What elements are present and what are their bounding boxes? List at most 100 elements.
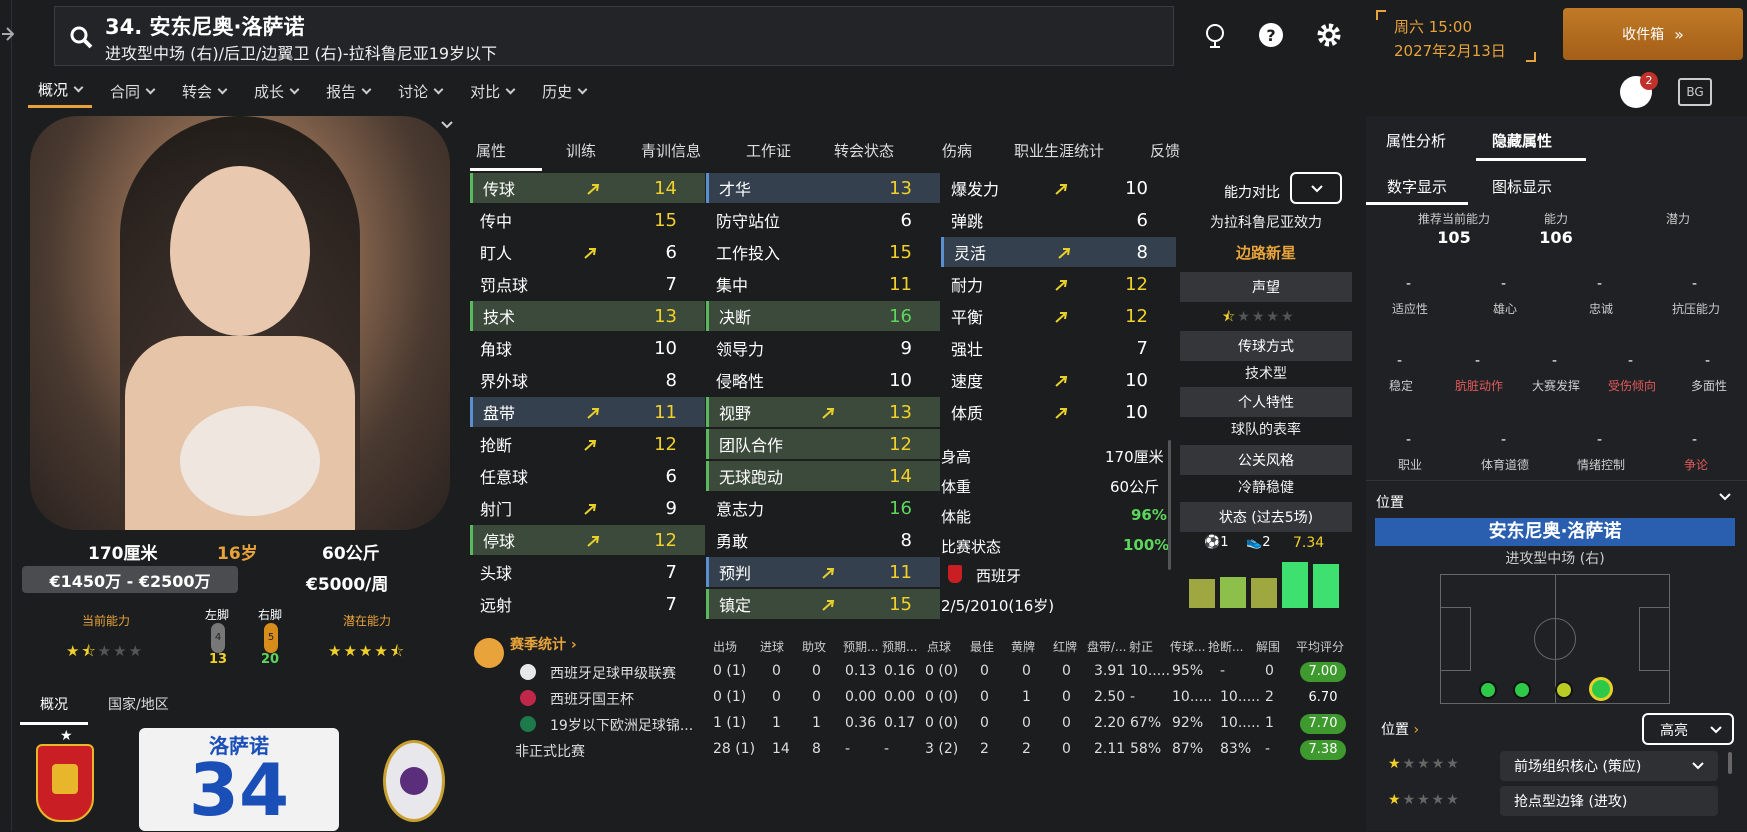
- menu-item-0[interactable]: 概况: [28, 74, 93, 108]
- inbox-button[interactable]: 收件箱 »: [1563, 8, 1743, 60]
- attr-row[interactable]: 射门 9: [470, 493, 705, 523]
- season-header[interactable]: 预期...: [843, 638, 878, 655]
- attr-row[interactable]: 盯人 6: [470, 237, 705, 267]
- menu-item-6[interactable]: 对比: [460, 74, 524, 108]
- attr-row[interactable]: 远射 7: [470, 589, 705, 619]
- scouts-icon[interactable]: 2: [1620, 72, 1658, 108]
- hidden-attr-label[interactable]: 受伤倾向: [1594, 377, 1670, 394]
- attr-row[interactable]: 角球 10: [470, 333, 705, 363]
- back-arrow-icon[interactable]: [0, 22, 14, 46]
- attr-row[interactable]: 抢断 12: [470, 429, 705, 459]
- attr-row[interactable]: 界外球 8: [470, 365, 705, 395]
- hidden-attr-label[interactable]: 大赛发挥: [1518, 377, 1594, 394]
- hidden-attr-label[interactable]: 稳定: [1363, 377, 1439, 394]
- menu-item-2[interactable]: 转会: [172, 74, 236, 108]
- role-dropdown-1[interactable]: 前场组织核心 (策应): [1500, 751, 1718, 781]
- attr-row[interactable]: 盘带 11: [470, 397, 705, 427]
- attr-row[interactable]: 预判 11: [706, 557, 940, 587]
- attr-row[interactable]: 弹跳 6: [941, 205, 1176, 235]
- attr-row[interactable]: 耐力 12: [941, 269, 1176, 299]
- attr-tab-6[interactable]: 职业生涯统计: [1014, 140, 1104, 161]
- hidden-attr-label[interactable]: 雄心: [1467, 300, 1543, 317]
- globe-icon[interactable]: [1200, 20, 1230, 50]
- fm-logo-icon[interactable]: BG: [1678, 78, 1712, 106]
- hidden-attr-label[interactable]: 抗压能力: [1658, 300, 1734, 317]
- menu-item-4[interactable]: 报告: [316, 74, 380, 108]
- season-header[interactable]: 传球...: [1170, 638, 1205, 655]
- menu-item-5[interactable]: 讨论: [388, 74, 452, 108]
- settings-gear-icon[interactable]: [1314, 20, 1344, 50]
- attr-row[interactable]: 勇敢 8: [706, 525, 940, 555]
- attr-row[interactable]: 侵略性 10: [706, 365, 940, 395]
- tab-hidden-attributes[interactable]: 隐藏属性: [1492, 130, 1552, 151]
- season-header[interactable]: 助攻: [802, 638, 826, 655]
- season-header[interactable]: 盘带/...: [1087, 638, 1127, 655]
- attr-tab-7[interactable]: 反馈: [1150, 140, 1180, 161]
- attr-row[interactable]: 罚点球 7: [470, 269, 705, 299]
- attr-row[interactable]: 任意球 6: [470, 461, 705, 491]
- table-row[interactable]: 西班牙国王杯 0 (1) 0 0 0.00 0.00 0 (0) 0 1 0 2.50- 10....…: [0, 685, 1337, 711]
- attr-row[interactable]: 灵活 8: [941, 237, 1176, 267]
- attr-row[interactable]: 视野 13: [706, 397, 940, 427]
- hidden-attr-label[interactable]: 情绪控制: [1563, 456, 1639, 473]
- attr-row[interactable]: 镇定 15: [706, 589, 940, 619]
- attr-tab-4[interactable]: 转会状态: [834, 140, 894, 161]
- table-row[interactable]: 非正式比赛 28 (1) 14 8- -3 (2) 2 2 0 2.11 58% 87% 83% -7.…: [0, 737, 1346, 763]
- subtab-number[interactable]: 数字显示: [1387, 176, 1447, 197]
- role-scrollbar[interactable]: [1728, 752, 1732, 774]
- attr-row[interactable]: 体质 10: [941, 397, 1176, 427]
- attr-row[interactable]: 工作投入 15: [706, 237, 940, 267]
- help-icon[interactable]: ?: [1256, 20, 1286, 50]
- attr-row[interactable]: 头球 7: [470, 557, 705, 587]
- attr-row[interactable]: 爆发力 10: [941, 173, 1176, 203]
- season-header[interactable]: 最佳: [970, 638, 994, 655]
- season-header[interactable]: 抢断...: [1208, 638, 1243, 655]
- season-title[interactable]: 赛季统计 ›: [510, 634, 577, 654]
- attr-row[interactable]: 传中 15: [470, 205, 705, 235]
- attr-row[interactable]: 停球 12: [470, 525, 705, 555]
- search-bar[interactable]: 34. 安东尼奥·洛萨诺 进攻型中场 (右)/后卫/边翼卫 (右)-拉科鲁尼亚1…: [54, 6, 1174, 66]
- attr-tab-0[interactable]: 属性: [476, 140, 506, 161]
- hidden-attr-label[interactable]: 肮脏动作: [1441, 377, 1517, 394]
- attr-tab-1[interactable]: 训练: [566, 140, 596, 161]
- attr-row[interactable]: 意志力 16: [706, 493, 940, 523]
- season-header[interactable]: 解围: [1256, 638, 1280, 655]
- role-dropdown-2[interactable]: 抢点型边锋 (进攻): [1500, 786, 1718, 816]
- menu-item-1[interactable]: 合同: [100, 74, 164, 108]
- season-header[interactable]: 平均评分: [1296, 638, 1344, 655]
- hidden-attr-label[interactable]: 适应性: [1372, 300, 1448, 317]
- hidden-attr-label[interactable]: 职业: [1372, 456, 1448, 473]
- attr-row[interactable]: 防守站位 6: [706, 205, 940, 235]
- table-row[interactable]: 19岁以下欧洲足球锦... 1 (1) 1 1 0.36 0.17 0 (0) 0 0 0 2.20…: [0, 711, 1346, 737]
- tab-attribute-analysis[interactable]: 属性分析: [1386, 130, 1446, 151]
- attr-tab-3[interactable]: 工作证: [746, 140, 791, 161]
- attr-row[interactable]: 强壮 7: [941, 333, 1176, 363]
- info-scrollbar[interactable]: [1168, 440, 1171, 570]
- highlight-dropdown[interactable]: 高亮: [1642, 713, 1734, 745]
- attr-row[interactable]: 传球 14: [470, 173, 705, 203]
- season-header[interactable]: 黄牌: [1011, 638, 1035, 655]
- attr-row[interactable]: 才华 13: [706, 173, 940, 203]
- season-header[interactable]: 红牌: [1053, 638, 1077, 655]
- hidden-attr-label[interactable]: 多面性: [1671, 377, 1747, 394]
- attr-row[interactable]: 无球跑动 14: [706, 461, 940, 491]
- position-chevron-icon[interactable]: [1718, 492, 1732, 502]
- attr-row[interactable]: 平衡 12: [941, 301, 1176, 331]
- subtab-icon[interactable]: 图标显示: [1492, 176, 1552, 197]
- season-header[interactable]: 点球: [927, 638, 951, 655]
- role-section-label[interactable]: 位置 ›: [1381, 719, 1419, 739]
- attr-tab-2[interactable]: 青训信息: [641, 140, 701, 161]
- season-header[interactable]: 预期...: [882, 638, 917, 655]
- attr-tab-5[interactable]: 伤病: [942, 140, 972, 161]
- attr-row[interactable]: 速度 10: [941, 365, 1176, 395]
- menu-item-3[interactable]: 成长: [244, 74, 308, 108]
- portrait-chevron-icon[interactable]: [440, 120, 454, 130]
- season-header[interactable]: 射正: [1129, 638, 1153, 655]
- attr-row[interactable]: 团队合作 12: [706, 429, 940, 459]
- table-row[interactable]: 西班牙足球甲级联赛 0 (1) 0 0 0.13 0.16 0 (0) 0 0 0 3.91 10..…: [0, 659, 1346, 685]
- hidden-attr-label[interactable]: 忠诚: [1563, 300, 1639, 317]
- attr-row[interactable]: 集中 11: [706, 269, 940, 299]
- hidden-attr-label[interactable]: 争论: [1658, 456, 1734, 473]
- menu-item-7[interactable]: 历史: [532, 74, 596, 108]
- attr-row[interactable]: 技术 13: [470, 301, 705, 331]
